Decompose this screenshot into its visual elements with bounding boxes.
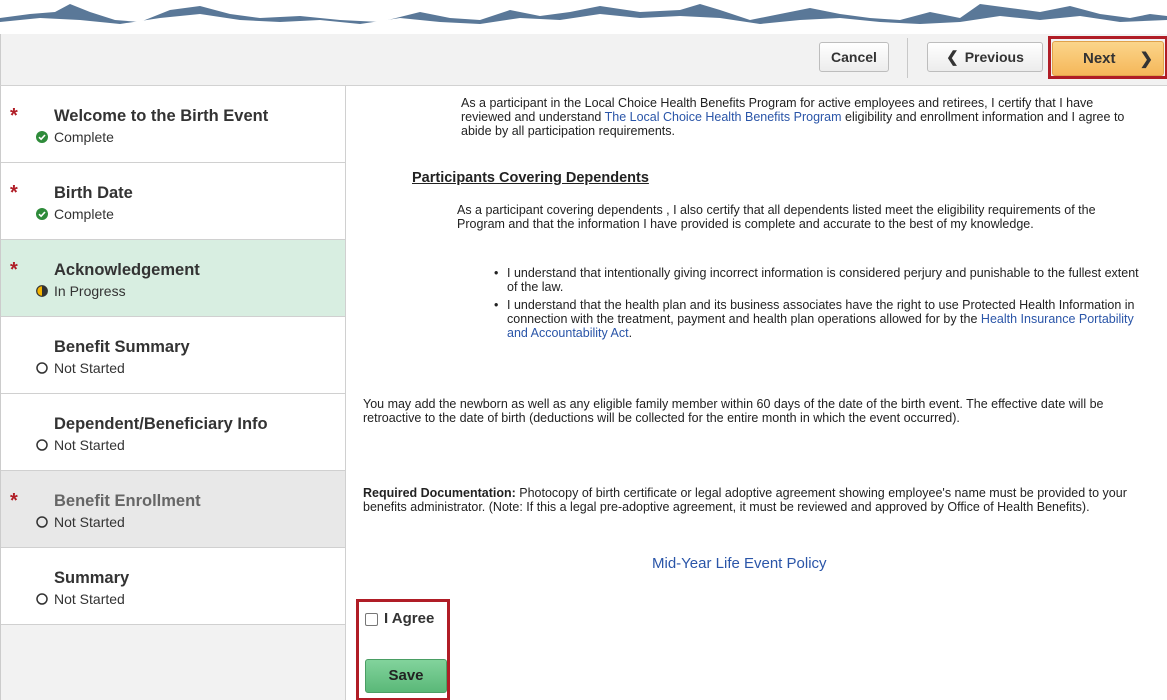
required-star-icon: *	[10, 490, 18, 512]
step-status-label: Complete	[54, 129, 114, 145]
step-birth-date[interactable]: * Birth Date Complete	[1, 163, 345, 240]
check-circle-icon	[36, 131, 48, 143]
toolbar-divider	[907, 38, 908, 78]
step-title: Dependent/Beneficiary Info	[54, 415, 268, 433]
cancel-button[interactable]: Cancel	[819, 42, 889, 72]
half-circle-progress-icon	[36, 285, 48, 297]
step-status: Not Started	[36, 360, 125, 376]
step-dependent-beneficiary-info[interactable]: Dependent/Beneficiary Info Not Started	[1, 394, 345, 471]
step-status: Complete	[36, 206, 114, 222]
empty-circle-icon	[36, 593, 48, 605]
step-benefit-enrollment[interactable]: * Benefit Enrollment Not Started	[1, 471, 345, 548]
step-status-label: Not Started	[54, 437, 125, 453]
acknowledgement-content: As a participant in the Local Choice Hea…	[347, 86, 1167, 700]
newborn-paragraph: You may add the newborn as well as any e…	[363, 397, 1104, 425]
step-benefit-summary[interactable]: Benefit Summary Not Started	[1, 317, 345, 394]
step-status-label: Not Started	[54, 591, 125, 607]
save-button[interactable]: Save	[365, 659, 447, 693]
step-status-label: Not Started	[54, 360, 125, 376]
required-star-icon: *	[10, 182, 18, 204]
step-title: Birth Date	[54, 184, 133, 202]
checkbox-icon[interactable]	[365, 612, 378, 626]
required-star-icon: *	[10, 105, 18, 127]
chevron-left-icon: ❮	[946, 49, 959, 66]
step-status: Complete	[36, 129, 114, 145]
previous-label: Previous	[964, 49, 1024, 65]
chevron-right-icon: ❯	[1139, 50, 1153, 68]
steps-sidebar: * Welcome to the Birth Event Complete * …	[0, 86, 346, 700]
check-circle-icon	[36, 208, 48, 220]
cancel-label: Cancel	[831, 49, 877, 65]
required-documentation-label: Required Documentation:	[363, 486, 516, 500]
required-documentation-paragraph: Required Documentation: Photocopy of bir…	[363, 486, 1153, 514]
step-title: Benefit Enrollment	[54, 492, 201, 510]
torn-edge-decoration	[0, 4, 1167, 34]
step-welcome[interactable]: * Welcome to the Birth Event Complete	[1, 86, 345, 163]
step-status: Not Started	[36, 437, 125, 453]
save-label: Save	[388, 667, 424, 684]
step-status: Not Started	[36, 514, 125, 530]
step-status-label: In Progress	[54, 283, 126, 299]
previous-button[interactable]: ❮ Previous	[927, 42, 1043, 72]
toolbar: Cancel ❮ Previous Next ❯	[0, 34, 1167, 86]
dependents-heading: Participants Covering Dependents	[412, 170, 649, 186]
certification-paragraph: As a participant in the Local Choice Hea…	[461, 96, 1141, 138]
agree-checkbox[interactable]: I Agree	[365, 610, 435, 627]
step-status-label: Not Started	[54, 514, 125, 530]
empty-circle-icon	[36, 439, 48, 451]
hipaa-text-after: .	[628, 326, 633, 340]
required-star-icon: *	[10, 259, 18, 281]
step-title: Welcome to the Birth Event	[54, 107, 269, 125]
step-acknowledgement[interactable]: * Acknowledgement In Progress	[1, 240, 345, 317]
acknowledgement-bullets: I understand that intentionally giving i…	[494, 266, 1147, 344]
step-summary[interactable]: Summary Not Started	[1, 548, 345, 625]
next-label: Next	[1083, 50, 1116, 67]
step-title: Acknowledgement	[54, 261, 200, 279]
step-status: Not Started	[36, 591, 125, 607]
agree-label: I Agree	[384, 610, 435, 627]
step-status-label: Complete	[54, 206, 114, 222]
next-button[interactable]: Next ❯	[1052, 41, 1164, 76]
list-item: I understand that the health plan and it…	[494, 298, 1147, 340]
step-title: Benefit Summary	[54, 338, 190, 356]
empty-circle-icon	[36, 516, 48, 528]
step-title: Summary	[54, 569, 130, 587]
list-item: I understand that intentionally giving i…	[494, 266, 1147, 294]
mid-year-life-event-policy-link[interactable]: Mid-Year Life Event Policy	[652, 556, 827, 571]
empty-circle-icon	[36, 362, 48, 374]
local-choice-program-link[interactable]: The Local Choice Health Benefits Program	[605, 110, 842, 124]
dependents-paragraph: As a participant covering dependents , I…	[457, 203, 1096, 231]
step-status: In Progress	[36, 283, 126, 299]
